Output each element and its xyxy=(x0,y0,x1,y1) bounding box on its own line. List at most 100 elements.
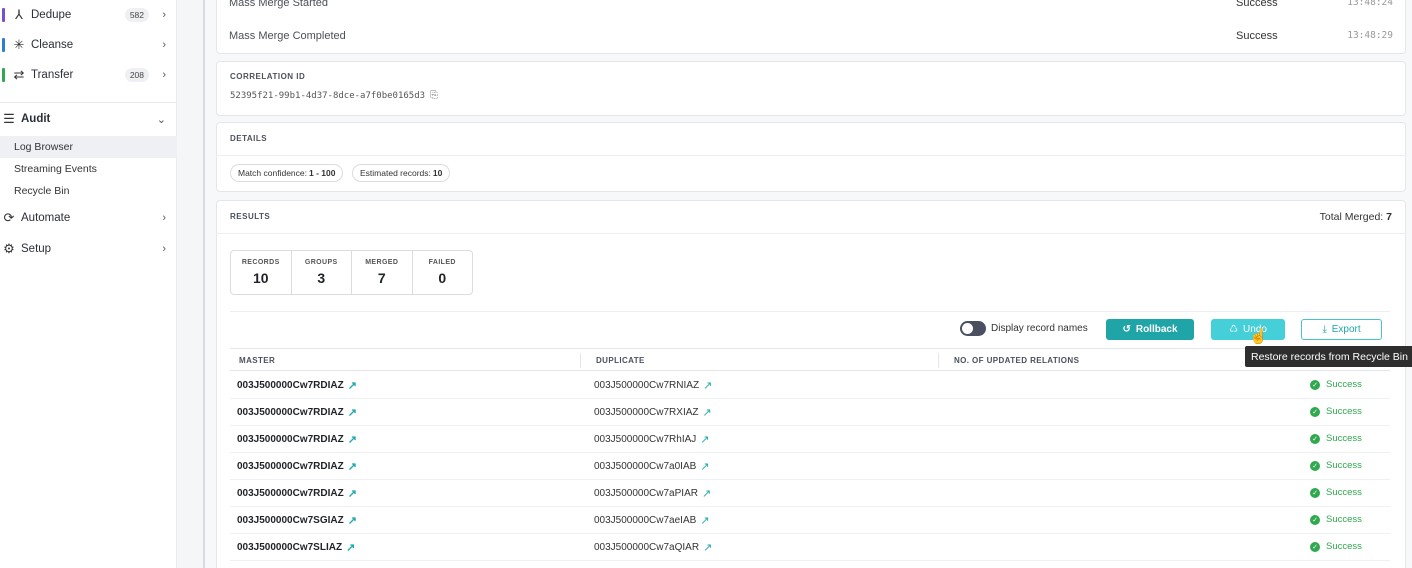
divider xyxy=(0,102,177,103)
master-record-link[interactable]: 003J500000Cw7RDIAZ ↗ xyxy=(237,487,357,500)
duplicate-record-link[interactable]: 003J500000Cw7a0IAB ↗ xyxy=(594,460,710,473)
duplicate-id: 003J500000Cw7RhIAJ xyxy=(594,434,697,445)
master-id: 003J500000Cw7RDIAZ xyxy=(237,407,344,418)
master-id: 003J500000Cw7SLIAZ xyxy=(237,542,343,553)
pill-value: 1 - 100 xyxy=(308,168,336,178)
divider xyxy=(230,311,1390,312)
sidebar-item-setup[interactable]: ⚙ Setup › xyxy=(0,235,177,263)
external-link-icon[interactable]: ↗ xyxy=(348,379,357,392)
chevron-right-icon: › xyxy=(162,243,166,255)
master-record-link[interactable]: 003J500000Cw7RDIAZ ↗ xyxy=(237,433,357,446)
cleanse-accent-bar xyxy=(2,38,5,52)
external-link-icon[interactable]: ↗ xyxy=(700,460,709,473)
sidebar-item-label: Transfer xyxy=(31,69,74,81)
external-link-icon[interactable]: ↗ xyxy=(348,433,357,446)
status-label: Success xyxy=(1326,379,1362,390)
status-label: Success xyxy=(1326,514,1362,525)
master-id: 003J500000Cw7RDIAZ xyxy=(237,461,344,472)
stat-groups: GROUPS 3 xyxy=(292,251,352,294)
stat-value: 3 xyxy=(317,270,326,286)
duplicate-record-link[interactable]: 003J500000Cw7RNIAZ ↗ xyxy=(594,379,712,392)
master-id: 003J500000Cw7RDIAZ xyxy=(237,488,344,499)
pill-label: Match confidence: xyxy=(238,168,307,178)
history-icon: ↺ xyxy=(1122,324,1131,335)
external-link-icon[interactable]: ↗ xyxy=(346,541,355,554)
refresh-icon: ⟳ xyxy=(3,210,15,225)
master-record-link[interactable]: 003J500000Cw7RDIAZ ↗ xyxy=(237,406,357,419)
toggle-label: Display record names xyxy=(991,323,1088,334)
export-button[interactable]: ⤓ Export xyxy=(1301,319,1382,340)
stat-records: RECORDS 10 xyxy=(231,251,292,294)
duplicate-record-link[interactable]: 003J500000Cw7aeIAB ↗ xyxy=(594,514,710,527)
external-link-icon[interactable]: ↗ xyxy=(700,433,709,446)
external-link-icon[interactable]: ↗ xyxy=(348,487,357,500)
sidebar-item-dedupe[interactable]: ⅄ Dedupe 582 › xyxy=(0,1,177,29)
button-label: Export xyxy=(1331,324,1361,335)
sidebar-item-label: Audit xyxy=(21,113,51,125)
rollback-button[interactable]: ↺ Rollback xyxy=(1106,319,1194,340)
external-link-icon[interactable]: ↗ xyxy=(703,379,712,392)
pill-label: Estimated records: xyxy=(360,168,431,178)
results-table-header: MASTER DUPLICATE NO. OF UPDATED RELATION… xyxy=(230,348,1390,371)
check-circle-icon: ✓ xyxy=(1310,406,1320,417)
transfer-accent-bar xyxy=(2,68,5,82)
status-label: Success xyxy=(1326,433,1362,444)
display-record-names-toggle[interactable] xyxy=(960,321,986,336)
external-link-icon[interactable]: ↗ xyxy=(348,460,357,473)
check-circle-icon: ✓ xyxy=(1310,541,1320,552)
count-badge: 208 xyxy=(124,68,149,82)
stat-label: GROUPS xyxy=(304,259,338,266)
correlation-title: CORRELATION ID xyxy=(230,72,306,81)
column-separator xyxy=(580,353,581,368)
table-row: 003J500000Cw7SGIAZ ↗ 003J500000Cw7aeIAB ↗ … xyxy=(230,507,1390,534)
master-id: 003J500000Cw7RDIAZ xyxy=(237,434,344,445)
status-badge: ✓ Success xyxy=(1310,460,1362,471)
sidebar-subitem-streaming-events[interactable]: Streaming Events xyxy=(0,158,177,180)
stat-label: FAILED xyxy=(428,259,456,266)
event-status: Success xyxy=(1236,0,1278,9)
button-label: Rollback xyxy=(1135,324,1178,335)
master-record-link[interactable]: 003J500000Cw7RDIAZ ↗ xyxy=(237,460,357,473)
external-link-icon[interactable]: ↗ xyxy=(348,514,357,527)
sidebar-subitem-recycle-bin[interactable]: Recycle Bin xyxy=(0,180,177,202)
duplicate-record-link[interactable]: 003J500000Cw7aPIAR ↗ xyxy=(594,487,711,500)
stat-failed: FAILED 0 xyxy=(413,251,473,294)
status-badge: ✓ Success xyxy=(1310,541,1362,552)
recycle-icon: ♺ xyxy=(1229,324,1239,335)
external-link-icon[interactable]: ↗ xyxy=(703,541,712,554)
dedupe-accent-bar xyxy=(2,8,5,22)
master-record-link[interactable]: 003J500000Cw7RDIAZ ↗ xyxy=(237,379,357,392)
table-row: 003J500000Cw7RDIAZ ↗ 003J500000Cw7a0IAB ↗ … xyxy=(230,453,1390,480)
undo-tooltip: Restore records from Recycle Bin xyxy=(1245,346,1412,367)
event-time: 13:48:24 xyxy=(1347,0,1393,8)
total-merged: Total Merged: 7 xyxy=(1320,211,1392,223)
external-link-icon[interactable]: ↗ xyxy=(703,406,712,419)
duplicate-record-link[interactable]: 003J500000Cw7RXIAZ ↗ xyxy=(594,406,712,419)
duplicate-record-link[interactable]: 003J500000Cw7aQIAR ↗ xyxy=(594,541,712,554)
master-record-link[interactable]: 003J500000Cw7SGIAZ ↗ xyxy=(237,514,357,527)
master-record-link[interactable]: 003J500000Cw7SLIAZ ↗ xyxy=(237,541,355,554)
duplicate-id: 003J500000Cw7a0IAB xyxy=(594,461,697,472)
master-id: 003J500000Cw7SGIAZ xyxy=(237,515,344,526)
status-label: Success xyxy=(1326,460,1362,471)
gutter xyxy=(177,0,205,568)
chevron-right-icon: › xyxy=(162,69,166,81)
undo-button[interactable]: ♺ Undo xyxy=(1211,319,1285,340)
external-link-icon[interactable]: ↗ xyxy=(700,514,709,527)
duplicate-record-link[interactable]: 003J500000Cw7RhIAJ ↗ xyxy=(594,433,710,446)
sidebar-item-transfer[interactable]: ⇄ Transfer 208 › xyxy=(0,61,177,89)
sidebar-item-audit[interactable]: ☰ Audit ⌄ xyxy=(0,105,177,133)
details-title: DETAILS xyxy=(230,134,268,143)
copy-icon[interactable]: ⎘ xyxy=(430,90,438,101)
event-name: Mass Merge Started xyxy=(229,0,329,9)
sidebar-item-cleanse[interactable]: ✳ Cleanse › xyxy=(0,31,177,59)
external-link-icon[interactable]: ↗ xyxy=(702,487,711,500)
table-row: 003J500000Cw7RDIAZ ↗ 003J500000Cw7aPIAR ↗ … xyxy=(230,480,1390,507)
list-icon: ☰ xyxy=(3,111,15,126)
duplicate-id: 003J500000Cw7RNIAZ xyxy=(594,380,700,391)
sidebar-item-automate[interactable]: ⟳ Automate › xyxy=(0,204,177,232)
duplicate-id: 003J500000Cw7RXIAZ xyxy=(594,407,699,418)
sidebar-subitem-log-browser[interactable]: Log Browser xyxy=(0,136,177,158)
external-link-icon[interactable]: ↗ xyxy=(348,406,357,419)
total-merged-label: Total Merged: xyxy=(1319,211,1384,223)
